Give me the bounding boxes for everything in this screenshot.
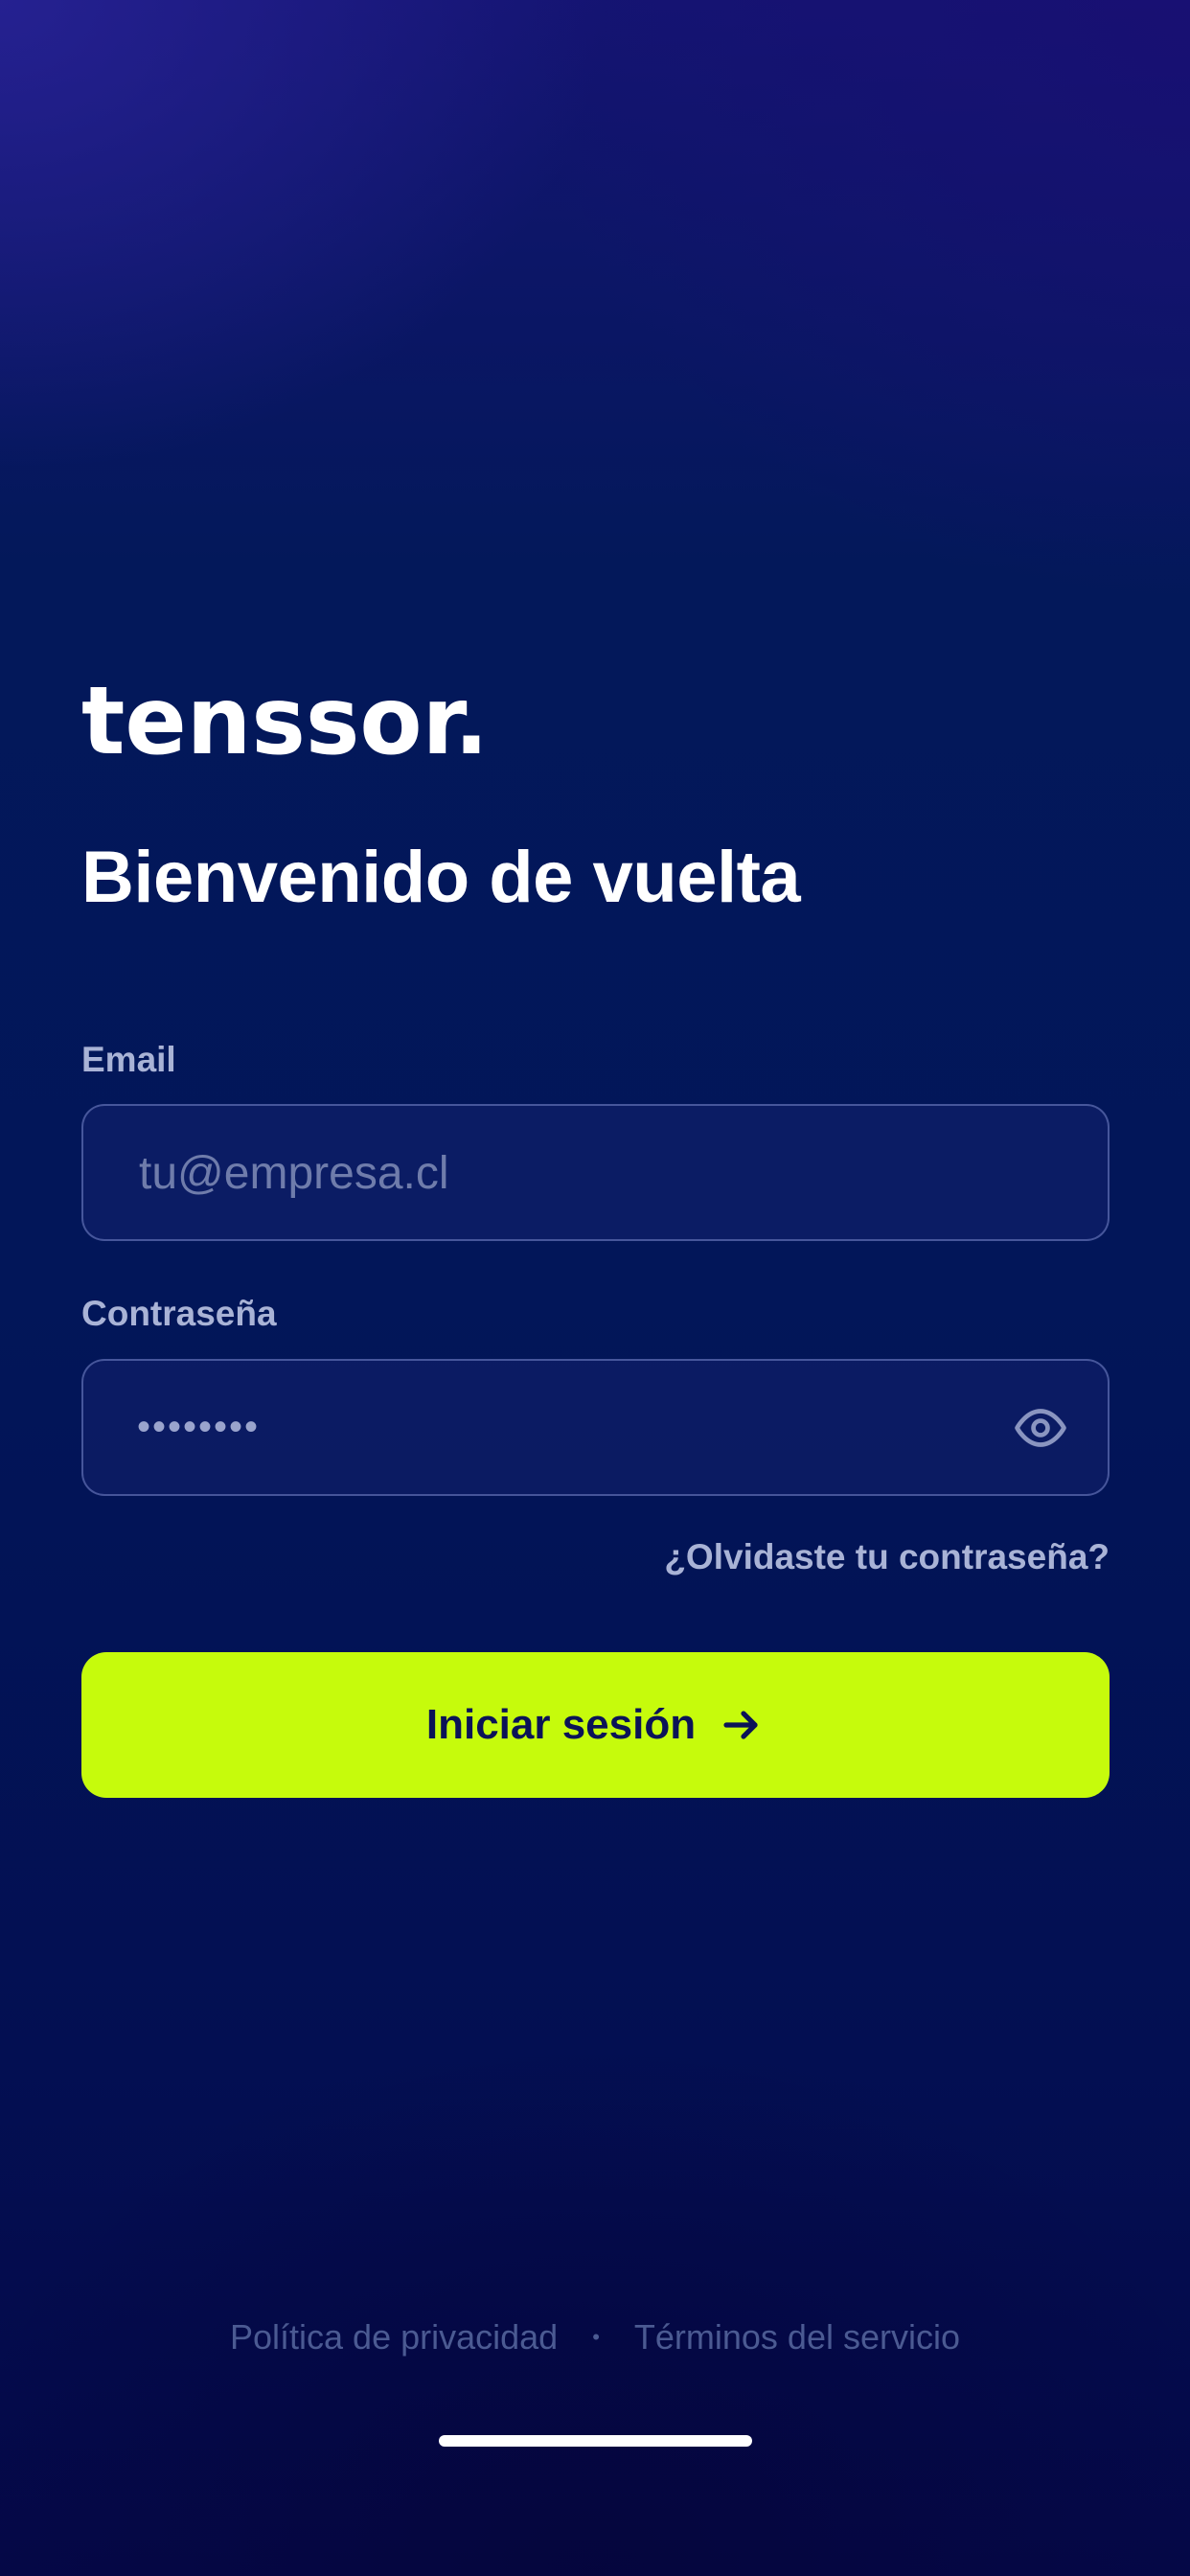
page-title: Bienvenido de vuelta xyxy=(81,837,801,918)
footer-links: Política de privacidad • Términos del se… xyxy=(0,2317,1190,2358)
arrow-right-icon xyxy=(723,1711,758,1739)
email-label: Email xyxy=(81,1040,176,1079)
svg-text:tenssor.: tenssor. xyxy=(81,678,489,760)
login-button-label: Iniciar sesión xyxy=(425,1701,697,1748)
footer-separator: • xyxy=(592,2325,600,2349)
email-field-container[interactable] xyxy=(81,1104,1110,1241)
tenssor-logo: tenssor. xyxy=(81,678,489,760)
password-field[interactable]: •••••••• xyxy=(81,1359,1110,1496)
password-masked-value: •••••••• xyxy=(137,1406,261,1448)
home-indicator[interactable] xyxy=(439,2435,752,2447)
password-label: Contraseña xyxy=(81,1294,277,1333)
login-button[interactable]: Iniciar sesión xyxy=(81,1652,1110,1798)
privacy-policy-link[interactable]: Política de privacidad xyxy=(230,2317,558,2358)
forgot-password-link[interactable]: ¿Olvidaste tu contraseña? xyxy=(664,1537,1110,1577)
eye-icon[interactable] xyxy=(1014,1401,1067,1455)
terms-of-service-link[interactable]: Términos del servicio xyxy=(634,2317,960,2358)
email-field[interactable] xyxy=(137,1106,1003,1241)
